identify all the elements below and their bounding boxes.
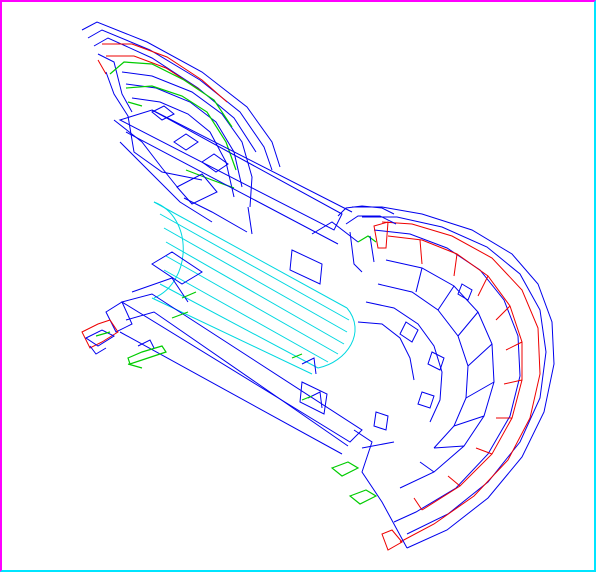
event-display-viewport[interactable] bbox=[0, 0, 596, 572]
lower-left-supports bbox=[81, 319, 167, 369]
endcap-disk bbox=[352, 206, 555, 551]
endcap-rim-top bbox=[337, 205, 397, 273]
barrel-lower-beam bbox=[105, 221, 363, 455]
lower-right-supports bbox=[171, 291, 378, 505]
inner-tracker bbox=[151, 201, 356, 375]
detector-wireframe bbox=[81, 21, 555, 551]
